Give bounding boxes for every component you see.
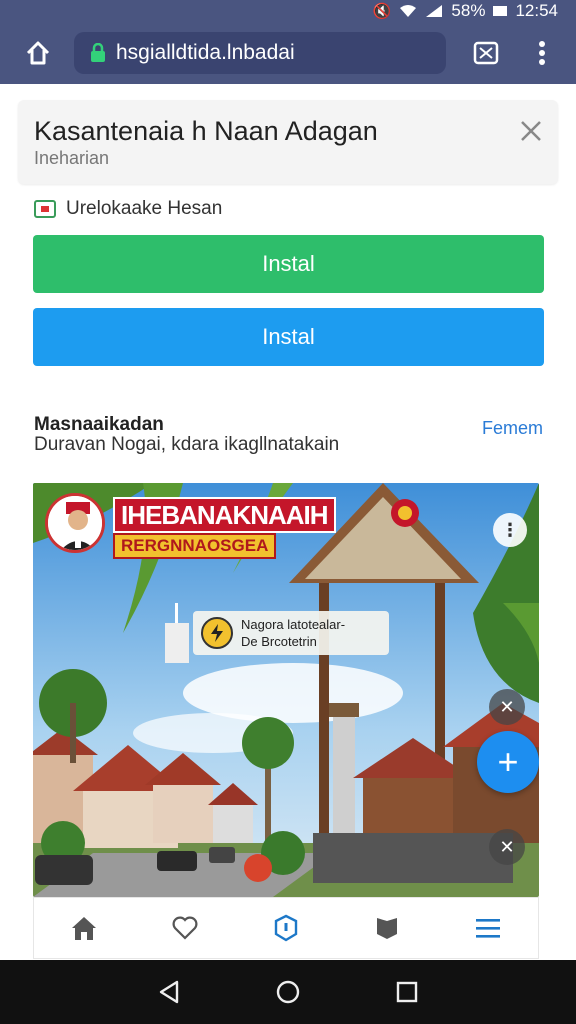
lightning-icon xyxy=(201,617,233,649)
add-fab-button[interactable]: + xyxy=(477,731,539,793)
system-navigation xyxy=(0,960,576,1024)
section-subtitle: Duravan Nogai, kdara ikagllnatakain xyxy=(34,434,340,455)
site-favicon-icon xyxy=(34,200,56,218)
recents-button[interactable] xyxy=(387,972,427,1012)
tools-button[interactable]: ✕ xyxy=(489,689,525,725)
battery-percent: 58% xyxy=(451,1,486,20)
close-icon xyxy=(521,121,541,141)
menu-icon xyxy=(475,919,500,938)
info-text: Nagora latotealar- De Brcotetrin xyxy=(241,616,345,650)
install-banner-subtitle: Ineharian xyxy=(34,148,110,168)
more-vert-icon xyxy=(539,41,545,65)
browser-toolbar: hsgialldtida.lnbadai xyxy=(0,22,576,84)
info-line-2: De Brcotetrin xyxy=(241,634,317,649)
mute-icon: 🔇 xyxy=(372,2,392,20)
promo-image[interactable]: IHEBANAKNAAIH RERGNNAOSGEA ⋮ Nagora lato… xyxy=(33,483,539,897)
promo-title: IHEBANAKNAAIH xyxy=(113,497,336,533)
info-chip[interactable]: Nagora latotealar- De Brcotetrin xyxy=(193,611,389,655)
close-button[interactable] xyxy=(518,118,544,144)
back-button[interactable] xyxy=(149,972,189,1012)
battery-icon xyxy=(493,6,508,16)
install-button-primary[interactable]: Instal xyxy=(33,235,544,293)
settings-button[interactable]: ✕ xyxy=(489,829,525,865)
circle-home-icon xyxy=(276,980,300,1004)
screen: 🔇 58% 12:54 hsgialldtida.lnbadai Kasante… xyxy=(0,0,576,1024)
nav-bookmarks[interactable] xyxy=(362,903,412,953)
nav-favorites[interactable] xyxy=(160,903,210,953)
bookmark-icon xyxy=(376,918,397,939)
install-banner: Kasantenaia h Naan Adagan Ineharian xyxy=(18,100,558,184)
section-title: Masnaaikadan xyxy=(34,414,164,435)
promo-more-button[interactable]: ⋮ xyxy=(493,513,527,547)
home-button[interactable] xyxy=(10,25,66,81)
clock: 12:54 xyxy=(515,1,558,20)
url-bar[interactable]: hsgialldtida.lnbadai xyxy=(74,32,446,74)
more-icon: ⋮ xyxy=(501,519,519,540)
back-triangle-icon xyxy=(160,980,179,1004)
lock-icon xyxy=(90,43,106,63)
tabs-icon xyxy=(473,41,499,65)
wifi-icon xyxy=(400,5,417,17)
tabs-button[interactable] xyxy=(458,25,514,81)
status-bar: 🔇 58% 12:54 xyxy=(0,0,576,22)
notification-icon xyxy=(274,914,298,942)
url-text: hsgialldtida.lnbadai xyxy=(116,41,295,64)
site-label: Urelokaake Hesan xyxy=(66,198,223,219)
promo-scene xyxy=(33,483,539,897)
overflow-menu-button[interactable] xyxy=(514,25,570,81)
nav-notifications[interactable] xyxy=(261,903,311,953)
bottom-navigation xyxy=(33,897,539,959)
home-icon xyxy=(26,41,50,65)
promo-subtitle: RERGNNAOSGEA xyxy=(113,533,277,559)
site-row: Urelokaake Hesan xyxy=(34,198,222,220)
install-banner-title: Kasantenaia h Naan Adagan xyxy=(34,116,378,146)
nav-home[interactable] xyxy=(59,903,109,953)
home-icon xyxy=(72,917,97,940)
avatar xyxy=(45,493,105,553)
tools-icon: ✕ xyxy=(499,696,515,717)
install-button-secondary[interactable]: Instal xyxy=(33,308,544,366)
section-link[interactable]: Femem xyxy=(482,418,543,439)
system-home-button[interactable] xyxy=(268,972,308,1012)
heart-icon xyxy=(172,916,198,940)
wrench-icon: ✕ xyxy=(499,836,515,857)
signal-icon xyxy=(426,5,443,17)
nav-menu[interactable] xyxy=(463,903,513,953)
square-recents-icon xyxy=(396,981,417,1003)
info-line-1: Nagora latotealar- xyxy=(241,617,346,632)
